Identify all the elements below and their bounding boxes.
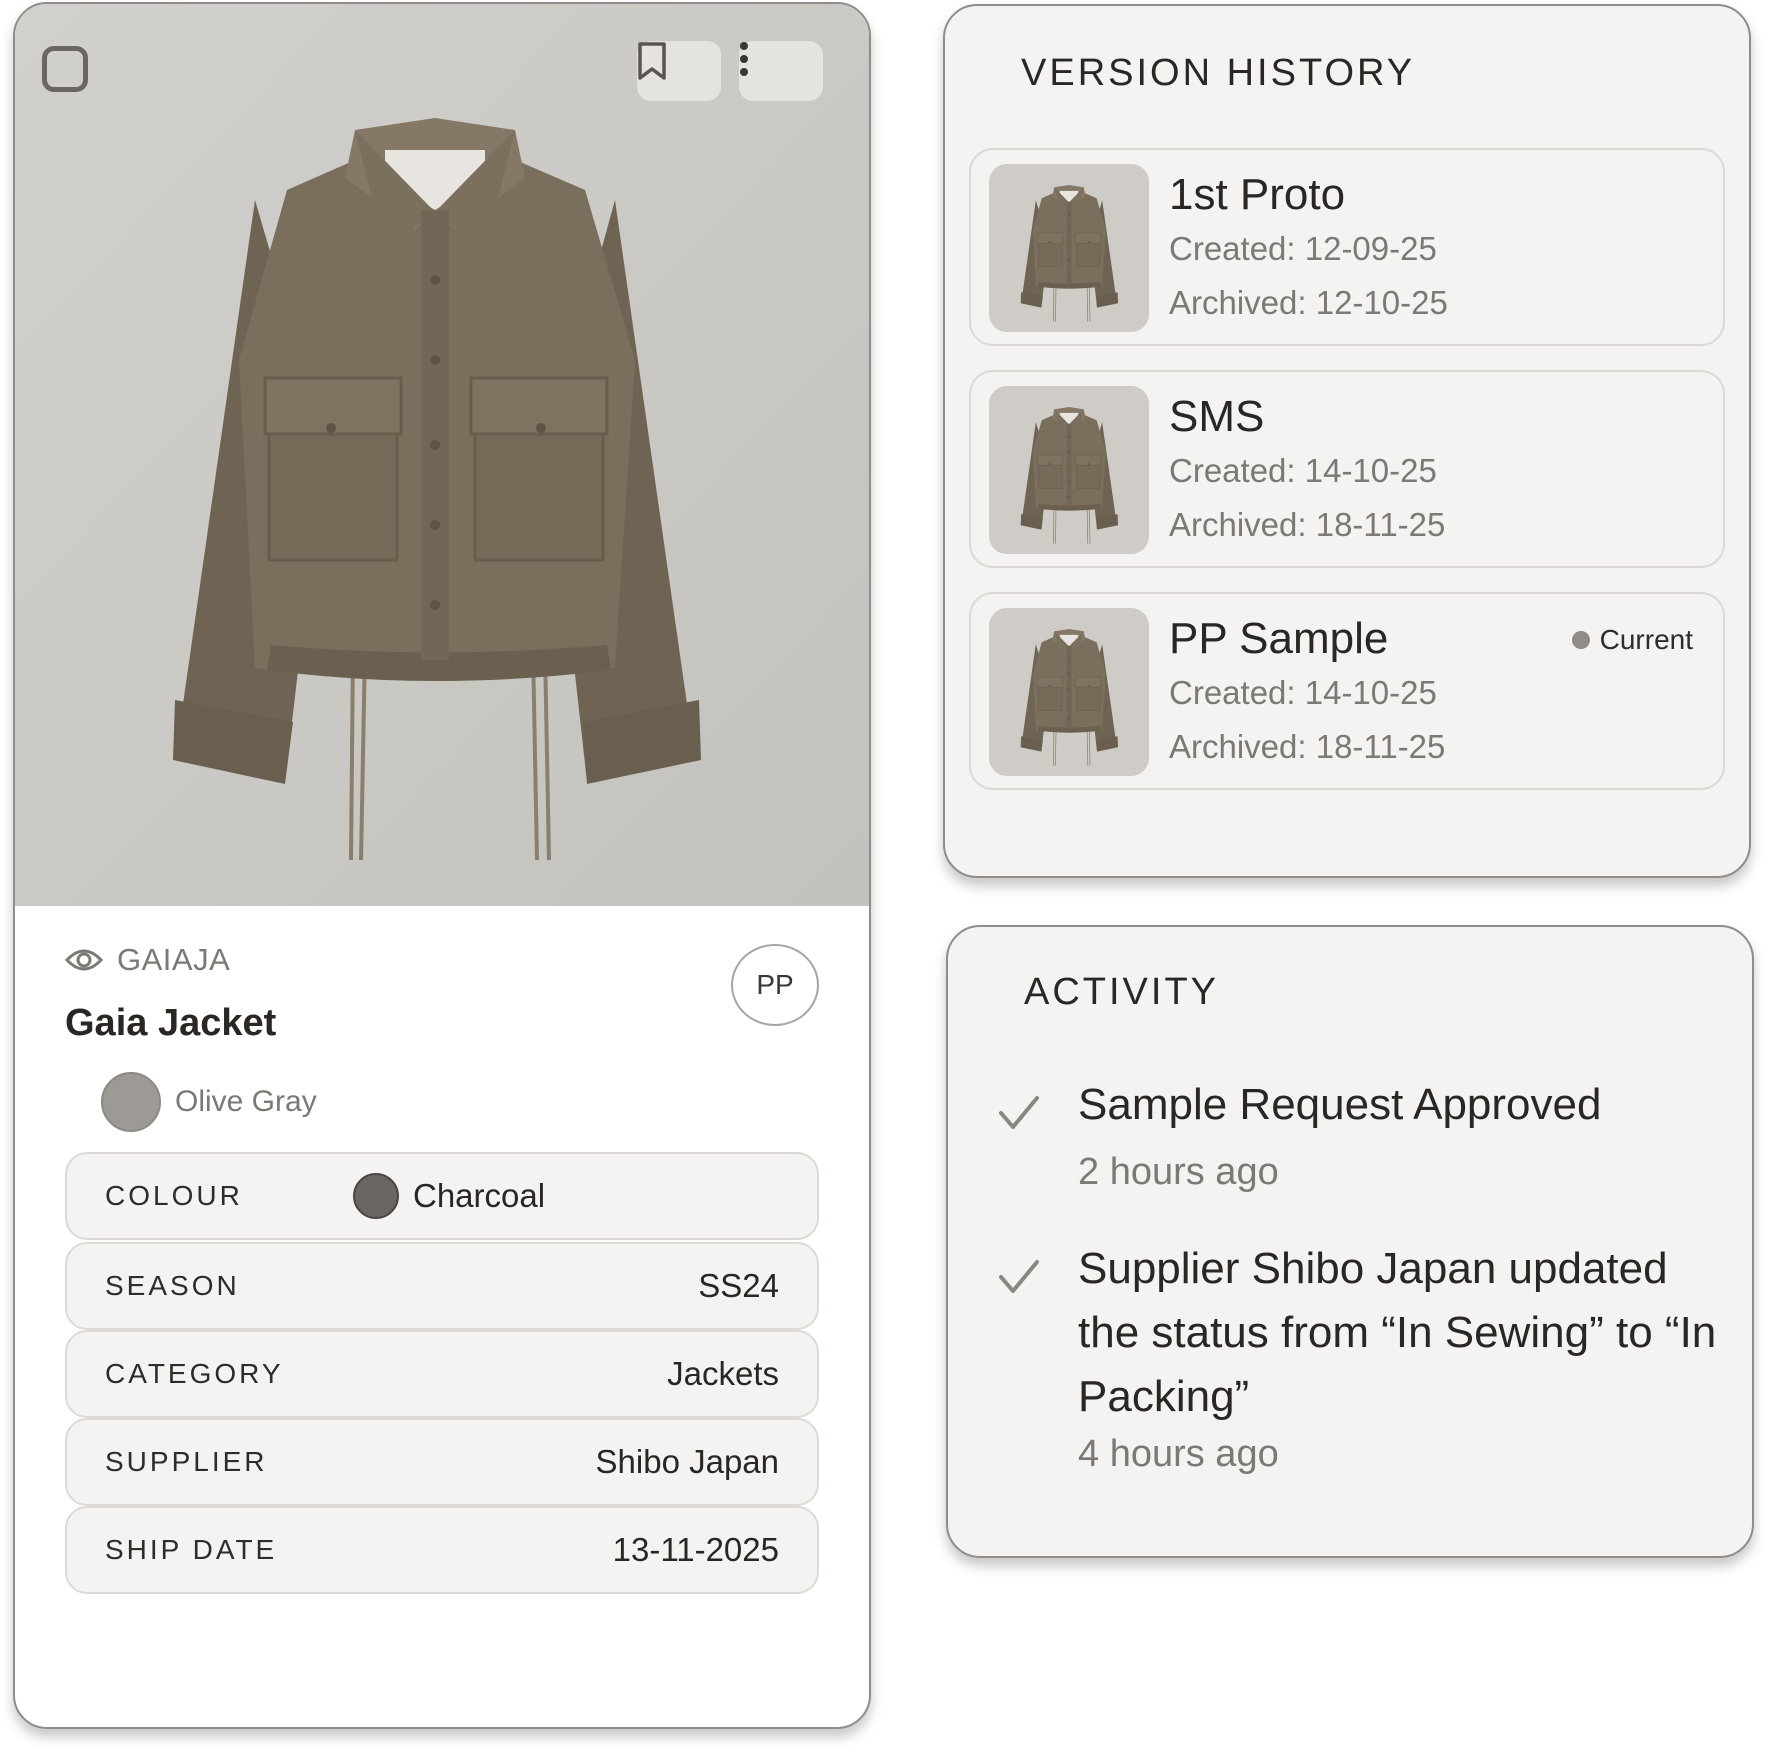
- category-value: Jackets: [667, 1355, 779, 1392]
- eye-icon: [65, 949, 103, 971]
- colour-value-group: Charcoal: [353, 1173, 545, 1219]
- supplier-label: SUPPLIER: [105, 1446, 268, 1477]
- product-image[interactable]: [15, 4, 869, 906]
- ship-date-value: 13-11-2025: [612, 1531, 779, 1568]
- color-name: Olive Gray: [175, 1085, 317, 1118]
- version-history-title: VERSION HISTORY: [1021, 52, 1416, 94]
- activity-time: 4 hours ago: [1078, 1433, 1279, 1475]
- current-dot-icon: [1571, 631, 1590, 649]
- version-archived: Archived: 12-10-25: [1169, 284, 1448, 321]
- version-created: Created: 14-10-25: [1169, 452, 1437, 489]
- colour-row: COLOUR Charcoal: [65, 1152, 819, 1240]
- stage-badge: PP: [731, 944, 819, 1026]
- activity-text: Sample Request Approved: [1078, 1080, 1602, 1129]
- version-archived: Archived: 18-11-25: [1169, 728, 1446, 765]
- version-created: Created: 12-09-25: [1169, 230, 1437, 267]
- current-badge: Current: [1571, 624, 1693, 656]
- activity-time: 2 hours ago: [1078, 1151, 1279, 1193]
- product-card[interactable]: GAIAJA PP Gaia Jacket Olive Gray COLOUR …: [13, 2, 871, 1729]
- activity-title: ACTIVITY: [1024, 971, 1220, 1013]
- bookmark-button[interactable]: [637, 41, 721, 101]
- version-item[interactable]: SMS Created: 14-10-25 Archived: 18-11-25: [969, 370, 1725, 568]
- version-created: Created: 14-10-25: [1169, 674, 1437, 711]
- activity-panel: ACTIVITY Sample Request Approved 2 hours…: [946, 925, 1754, 1558]
- version-thumbnail: [989, 608, 1149, 776]
- supplier-row: SUPPLIER Shibo Japan: [65, 1418, 819, 1506]
- product-code-row: GAIAJA: [65, 942, 230, 978]
- product-name: Gaia Jacket: [65, 1002, 277, 1044]
- color-swatch: [101, 1072, 161, 1132]
- check-icon: [999, 1260, 1039, 1293]
- product-code: GAIAJA: [117, 942, 231, 977]
- current-badge-label: Current: [1599, 624, 1693, 655]
- version-thumbnail: [989, 164, 1149, 332]
- version-item[interactable]: 1st Proto Created: 12-09-25 Archived: 12…: [969, 148, 1725, 346]
- activity-text: Supplier Shibo Japan updated the status …: [1078, 1244, 1717, 1421]
- season-value: SS24: [698, 1267, 779, 1304]
- check-icon: [999, 1096, 1039, 1129]
- supplier-value: Shibo Japan: [595, 1443, 779, 1480]
- version-name: 1st Proto: [1169, 170, 1346, 219]
- season-label: SEASON: [105, 1270, 240, 1301]
- version-name: SMS: [1169, 392, 1265, 441]
- colour-label: COLOUR: [105, 1180, 243, 1211]
- select-checkbox-icon[interactable]: [42, 46, 88, 92]
- version-name: PP Sample: [1169, 614, 1389, 663]
- category-label: CATEGORY: [105, 1358, 284, 1389]
- version-item-current[interactable]: PP Sample Current Created: 14-10-25 Arch…: [969, 592, 1725, 790]
- more-options-button[interactable]: [739, 41, 823, 101]
- version-history-panel: VERSION HISTORY 1st Proto Created: 12-09…: [943, 4, 1751, 878]
- colour-value: Charcoal: [413, 1177, 546, 1214]
- ship-date-label: SHIP DATE: [105, 1534, 278, 1565]
- bookmark-icon: [638, 42, 666, 80]
- version-thumbnail: [989, 386, 1149, 554]
- season-row: SEASON SS24: [65, 1242, 819, 1330]
- ship-date-row: SHIP DATE 13-11-2025: [65, 1506, 819, 1594]
- category-row: CATEGORY Jackets: [65, 1330, 819, 1418]
- color-swatch-row: Olive Gray: [101, 1072, 317, 1132]
- more-vertical-icon: [740, 42, 748, 76]
- version-archived: Archived: 18-11-25: [1169, 506, 1446, 543]
- colour-swatch: [353, 1173, 399, 1219]
